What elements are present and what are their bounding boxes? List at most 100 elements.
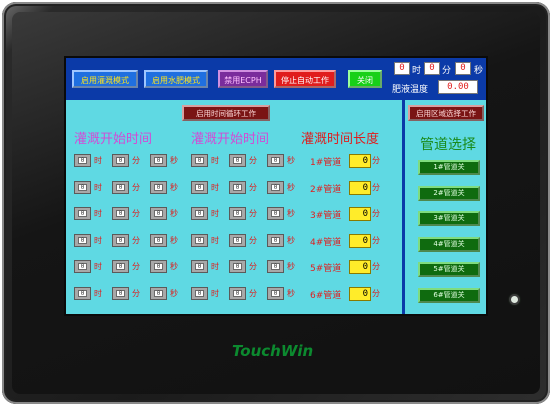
start-time-header-1: 灌溉开始时间 <box>74 132 153 147</box>
time-unit-label: 时 <box>211 209 219 218</box>
fert-mode-button[interactable]: 启用水肥模式 <box>144 70 208 88</box>
time-input-cell[interactable]: 0 <box>150 154 167 167</box>
duration-input[interactable]: 0 <box>349 181 371 195</box>
time-unit-label: 时 <box>211 156 219 165</box>
time-input-cell[interactable]: 0 <box>191 154 208 167</box>
time-input-value: 0 <box>195 237 204 244</box>
time-input-value: 0 <box>116 210 125 217</box>
time-unit-label: 秒 <box>170 262 178 271</box>
clock-second-unit: 秒 <box>474 66 484 76</box>
time-input-value: 0 <box>78 263 87 270</box>
time-input-cell[interactable]: 0 <box>267 287 284 300</box>
time-input-value: 0 <box>116 290 125 297</box>
time-input-cell[interactable]: 0 <box>74 287 91 300</box>
pipe-label: 2#管道 <box>310 185 342 195</box>
zone-work-button[interactable]: 启用区域选择工作 <box>408 105 484 121</box>
time-unit-label: 秒 <box>287 183 295 192</box>
time-input-value: 0 <box>233 290 242 297</box>
duration-input[interactable]: 0 <box>349 234 371 248</box>
time-input-value: 0 <box>233 157 242 164</box>
duration-input[interactable]: 0 <box>349 260 371 274</box>
touchwin-logo: TouchWin <box>232 342 314 360</box>
time-input-value: 0 <box>154 263 163 270</box>
duration-unit: 分 <box>372 156 380 165</box>
time-input-cell[interactable]: 0 <box>112 260 129 273</box>
time-input-cell[interactable]: 0 <box>112 154 129 167</box>
time-unit-label: 分 <box>249 183 257 192</box>
time-input-cell[interactable]: 0 <box>150 234 167 247</box>
time-input-value: 0 <box>233 237 242 244</box>
fert-temp-label: 肥液温度 <box>392 85 429 95</box>
time-unit-label: 时 <box>211 183 219 192</box>
time-input-cell[interactable]: 0 <box>267 207 284 220</box>
pipe-select-button[interactable]: 4#管道关 <box>418 237 480 252</box>
pipe-select-button[interactable]: 3#管道关 <box>418 211 480 226</box>
time-unit-label: 秒 <box>170 209 178 218</box>
clock-hour: 0 <box>394 62 410 75</box>
time-input-cell[interactable]: 0 <box>150 260 167 273</box>
time-unit-label: 时 <box>94 236 102 245</box>
time-input-cell[interactable]: 0 <box>229 207 246 220</box>
time-input-cell[interactable]: 0 <box>112 181 129 194</box>
start-time-header-2: 灌溉开始时间 <box>191 132 270 147</box>
time-input-value: 0 <box>271 157 280 164</box>
time-input-cell[interactable]: 0 <box>191 207 208 220</box>
time-input-cell[interactable]: 0 <box>74 181 91 194</box>
irrigation-mode-button[interactable]: 启用灌溉模式 <box>72 70 138 88</box>
time-input-cell[interactable]: 0 <box>191 234 208 247</box>
time-unit-label: 时 <box>94 156 102 165</box>
time-input-value: 0 <box>195 210 204 217</box>
pipe-select-button[interactable]: 5#管道关 <box>418 262 480 277</box>
time-input-cell[interactable]: 0 <box>229 154 246 167</box>
time-input-cell[interactable]: 0 <box>150 207 167 220</box>
time-input-cell[interactable]: 0 <box>229 234 246 247</box>
time-input-value: 0 <box>233 184 242 191</box>
clock-minute-unit: 分 <box>442 66 452 76</box>
time-input-cell[interactable]: 0 <box>150 287 167 300</box>
time-input-cell[interactable]: 0 <box>267 181 284 194</box>
time-input-cell[interactable]: 0 <box>267 154 284 167</box>
pipe-select-button[interactable]: 2#管道关 <box>418 186 480 201</box>
time-input-cell[interactable]: 0 <box>112 287 129 300</box>
time-input-value: 0 <box>271 210 280 217</box>
stop-auto-button[interactable]: 停止自动工作 <box>274 70 336 88</box>
time-input-cell[interactable]: 0 <box>267 260 284 273</box>
fert-temp-value: 0.00 <box>438 80 478 94</box>
cycle-work-button[interactable]: 启用时间循环工作 <box>182 105 270 121</box>
time-input-value: 0 <box>195 263 204 270</box>
time-unit-label: 秒 <box>287 289 295 298</box>
time-input-cell[interactable]: 0 <box>191 287 208 300</box>
time-input-cell[interactable]: 0 <box>229 181 246 194</box>
time-input-cell[interactable]: 0 <box>74 260 91 273</box>
time-unit-label: 分 <box>132 156 140 165</box>
disable-ecph-button[interactable]: 禁用ECPH <box>218 70 268 88</box>
time-input-cell[interactable]: 0 <box>74 154 91 167</box>
time-unit-label: 秒 <box>287 236 295 245</box>
time-input-cell[interactable]: 0 <box>191 181 208 194</box>
time-input-value: 0 <box>154 184 163 191</box>
duration-input[interactable]: 0 <box>349 154 371 168</box>
time-input-cell[interactable]: 0 <box>112 234 129 247</box>
time-input-value: 0 <box>78 237 87 244</box>
power-led-icon <box>511 296 518 303</box>
duration-unit: 分 <box>372 209 380 218</box>
duration-input[interactable]: 0 <box>349 207 371 221</box>
time-unit-label: 分 <box>132 209 140 218</box>
close-button[interactable]: 关闭 <box>348 70 382 88</box>
duration-input[interactable]: 0 <box>349 287 371 301</box>
time-input-cell[interactable]: 0 <box>74 234 91 247</box>
time-input-value: 0 <box>154 237 163 244</box>
time-input-value: 0 <box>78 290 87 297</box>
time-input-cell[interactable]: 0 <box>74 207 91 220</box>
time-input-cell[interactable]: 0 <box>112 207 129 220</box>
time-input-cell[interactable]: 0 <box>267 234 284 247</box>
pipe-select-button[interactable]: 6#管道关 <box>418 288 480 303</box>
time-input-cell[interactable]: 0 <box>229 287 246 300</box>
time-input-cell[interactable]: 0 <box>191 260 208 273</box>
time-input-cell[interactable]: 0 <box>229 260 246 273</box>
time-input-value: 0 <box>154 210 163 217</box>
time-input-value: 0 <box>78 210 87 217</box>
pipe-select-button[interactable]: 1#管道关 <box>418 160 480 175</box>
time-input-cell[interactable]: 0 <box>150 181 167 194</box>
time-input-value: 0 <box>116 263 125 270</box>
